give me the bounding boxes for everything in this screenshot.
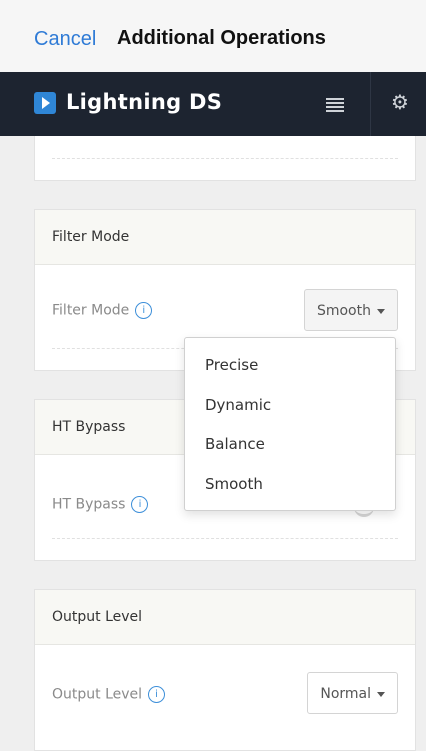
play-logo-icon [34,92,56,114]
row-divider [52,538,398,539]
app-name: Lightning DS [66,90,223,114]
menu-icon[interactable] [326,98,344,112]
dropdown-option-dynamic[interactable]: Dynamic [205,396,271,414]
dropdown-option-balance[interactable]: Balance [205,435,265,453]
caret-down-icon [377,308,385,314]
filter-mode-header: Filter Mode [35,210,415,265]
filter-mode-select[interactable]: Smooth [303,289,398,331]
ht-bypass-label-row: HT Bypass i [52,496,149,513]
top-nav-bar: Cancel Additional Operations [0,0,426,72]
filter-mode-selected-value: Smooth [316,303,371,319]
header-divider [370,72,371,136]
cancel-button[interactable]: Cancel [34,28,96,51]
caret-down-icon [377,691,385,697]
filter-mode-dropdown-menu: Precise Dynamic Balance Smooth [184,337,396,511]
ht-bypass-label: HT Bypass [52,496,126,513]
output-level-header: Output Level [35,590,415,645]
app-header: Lightning DS ⚙ [0,72,426,136]
info-icon[interactable]: i [135,302,153,319]
output-level-label-row: Output Level i [52,686,166,703]
dropdown-option-precise[interactable]: Precise [205,356,258,374]
output-level-selected-value: Normal [320,686,371,702]
output-level-label: Output Level [52,686,143,703]
row-divider [52,158,398,159]
page-title: Additional Operations [117,27,326,49]
previous-section-card [34,136,416,181]
filter-mode-label-row: Filter Mode i [52,302,153,319]
output-level-card: Output Level Output Level i Normal [34,589,416,751]
output-level-select[interactable]: Normal [307,672,398,714]
dropdown-option-smooth[interactable]: Smooth [205,475,263,493]
filter-mode-label: Filter Mode [52,302,130,319]
gear-icon[interactable]: ⚙ [388,90,412,114]
info-icon[interactable]: i [131,496,149,513]
info-icon[interactable]: i [148,686,166,703]
